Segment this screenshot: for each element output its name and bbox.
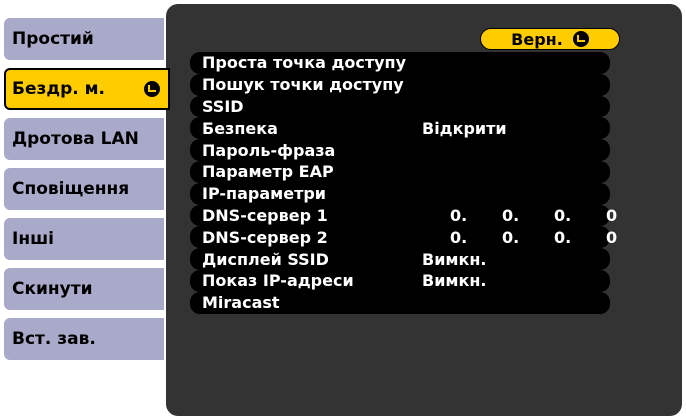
setting-label: IP-параметри [202, 184, 327, 204]
enter-icon [144, 81, 160, 97]
setting-dns-2[interactable]: DNS-сервер 2 0. 0. 0. 0 [190, 226, 617, 249]
setting-label: Безпека [202, 118, 278, 138]
enter-icon [572, 31, 589, 47]
tab-other[interactable]: Інші [4, 218, 164, 260]
dns-2-address: 0. 0. 0. 0 [450, 228, 658, 247]
tab-label: Інші [12, 229, 54, 249]
setting-label: Miracast [202, 293, 280, 313]
ip-octet: 0. [502, 227, 520, 247]
ip-octet: 0 [606, 205, 618, 225]
setting-eap[interactable]: Параметр EAP [190, 160, 610, 183]
setting-search-ap[interactable]: Пошук точки доступу [190, 73, 610, 96]
ip-octet: 0. [554, 205, 572, 225]
setting-ip[interactable]: IP-параметри [190, 182, 610, 205]
setting-value: Відкрити [422, 118, 507, 138]
back-button[interactable]: Верн. [480, 28, 620, 50]
tab-wired-lan[interactable]: Дротова LAN [4, 118, 164, 160]
ip-octet: 0. [450, 227, 468, 247]
ip-octet: 0. [450, 205, 468, 225]
setting-display-ssid[interactable]: Дисплей SSID Вимкн. [190, 248, 610, 270]
setting-miracast[interactable]: Miracast [190, 291, 610, 314]
dns-1-address: 0. 0. 0. 0 [450, 206, 658, 225]
setting-ssid[interactable]: SSID [190, 95, 610, 118]
setting-value: Вимкн. [422, 271, 487, 291]
setting-label: DNS-сервер 1 [202, 205, 328, 225]
tab-notifications[interactable]: Сповіщення [4, 168, 164, 210]
tab-label: Дротова LAN [12, 129, 139, 149]
tab-installation[interactable]: Вст. зав. [4, 318, 164, 360]
tab-label: Бездр. м. [12, 79, 105, 99]
setting-label: Пароль-фраза [202, 140, 336, 160]
setting-dns-1[interactable]: DNS-сервер 1 0. 0. 0. 0 [190, 204, 617, 227]
tab-label: Вст. зав. [12, 329, 96, 349]
tab-label: Скинути [12, 279, 93, 299]
setting-security[interactable]: Безпека Відкрити [190, 117, 610, 140]
setting-label: Проста точка доступу [202, 53, 407, 73]
settings-panel: Верн. Проста точка доступу Пошук точки д… [166, 4, 682, 416]
setting-passphrase[interactable]: Пароль-фраза [190, 139, 610, 161]
setting-label: SSID [202, 96, 244, 116]
setting-value: Вимкн. [422, 249, 487, 269]
tab-simple[interactable]: Простий [4, 18, 164, 60]
setting-label: Параметр EAP [202, 162, 334, 182]
tab-label: Простий [12, 29, 94, 49]
back-label: Верн. [511, 29, 563, 49]
setting-label: Дисплей SSID [202, 249, 329, 269]
tab-wireless[interactable]: Бездр. м. [4, 68, 170, 110]
setting-show-ip[interactable]: Показ IP-адреси Вимкн. [190, 269, 610, 292]
ip-octet: 0. [502, 205, 520, 225]
setting-label: DNS-сервер 2 [202, 227, 328, 247]
tab-label: Сповіщення [12, 179, 130, 199]
ip-octet: 0. [554, 227, 572, 247]
setting-simple-ap[interactable]: Проста точка доступу [190, 52, 610, 74]
settings-list: Проста точка доступу Пошук точки доступу… [190, 52, 617, 314]
tab-reset[interactable]: Скинути [4, 268, 164, 310]
ip-octet: 0 [606, 227, 618, 247]
setting-label: Пошук точки доступу [202, 75, 404, 95]
menu-sidebar: Простий Бездр. м. Дротова LAN Сповіщення… [0, 0, 170, 420]
setting-label: Показ IP-адреси [202, 271, 354, 291]
